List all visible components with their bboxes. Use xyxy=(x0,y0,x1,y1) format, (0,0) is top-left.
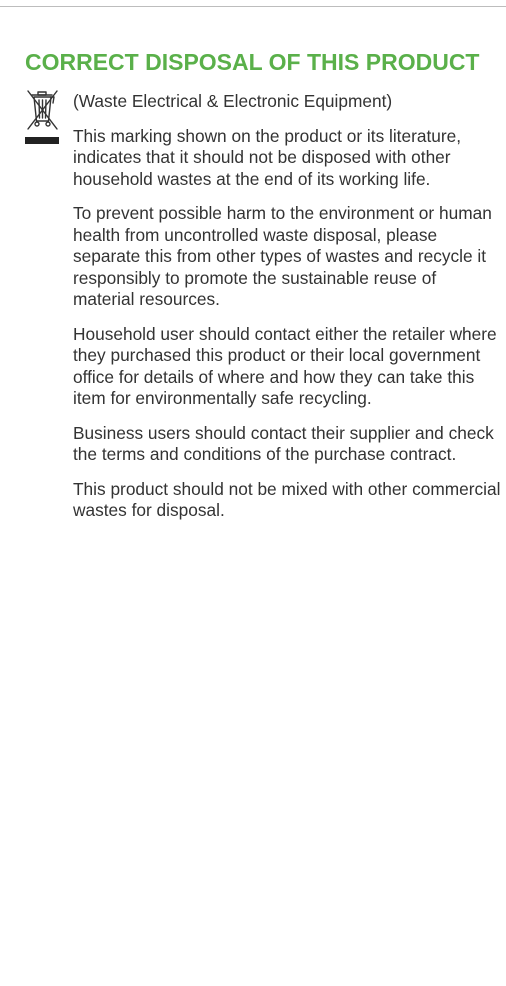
paragraph-business-users: Business users should contact their supp… xyxy=(73,422,494,465)
top-divider xyxy=(0,6,506,7)
paragraph-marking: This marking shown on the product or its… xyxy=(73,125,462,189)
paragraph-prevent-harm: To prevent possible harm to the environm… xyxy=(73,203,492,309)
page-title: CORRECT DISPOSAL OF THIS PRODUCT xyxy=(25,49,480,75)
paragraph-household-users: Household user should contact either the… xyxy=(73,323,497,409)
paragraph-commercial-wastes: This product should not be mixed with ot… xyxy=(73,478,501,521)
crossed-out-wheelie-bin-icon xyxy=(24,89,60,147)
weee-subtitle: (Waste Electrical & Electronic Equipment… xyxy=(73,91,393,111)
disposal-text: (Waste Electrical & Electronic Equipment… xyxy=(73,91,501,535)
